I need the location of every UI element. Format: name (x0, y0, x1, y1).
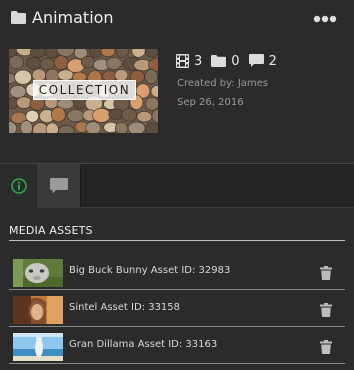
asset-label: Big Buck Bunny Asset ID: 32983 (69, 265, 231, 276)
collection-thumbnail[interactable]: COLLECTION (9, 49, 158, 133)
pebble-texture (57, 69, 74, 81)
pebble-texture (144, 69, 158, 85)
folder-small-icon (211, 55, 227, 67)
pebble-texture (20, 120, 33, 133)
pebble-texture (105, 57, 123, 70)
asset-thumbnail-sintel (13, 296, 63, 324)
collection-title: Animation (32, 8, 114, 27)
asset-row[interactable]: Big Buck Bunny Asset ID: 32983 (9, 256, 345, 290)
comment-tab-icon (49, 178, 68, 194)
video-count: 3 (194, 53, 203, 69)
collection-stats: 3 0 2 (176, 52, 286, 70)
media-assets-heading: MEDIA ASSETS (9, 224, 93, 237)
pebble-texture (39, 57, 55, 70)
pebble-texture (121, 108, 138, 122)
folder-count-stat: 0 (211, 53, 240, 69)
trash-icon[interactable] (320, 303, 332, 317)
pebble-texture (145, 97, 158, 111)
asset-thumbnail-llama (13, 333, 63, 361)
pebble-texture (92, 108, 111, 123)
pebble-texture (80, 55, 96, 69)
comment-count-stat: 2 (248, 53, 277, 69)
pebble-texture (136, 111, 153, 123)
pebble-texture (108, 108, 124, 120)
asset-label: Gran Dillama Asset ID: 33163 (69, 339, 218, 350)
pebble-texture (16, 96, 32, 109)
pebble-texture (9, 85, 27, 99)
comment-count: 2 (268, 53, 277, 69)
info-icon (10, 178, 27, 194)
pebble-texture (26, 56, 42, 70)
video-count-stat: 3 (176, 54, 202, 69)
more-options-icon[interactable] (313, 13, 337, 25)
pebble-texture (45, 122, 59, 133)
created-by-text: Created by: James (177, 78, 269, 89)
tab-comments[interactable] (37, 164, 81, 208)
created-date-text: Sep 26, 2016 (177, 97, 244, 108)
comment-icon (248, 54, 264, 67)
asset-row[interactable]: Gran Dillama Asset ID: 33163 (9, 330, 345, 364)
pebble-texture (66, 109, 85, 123)
folder-icon (11, 11, 26, 24)
trash-icon[interactable] (320, 266, 332, 280)
detail-tabs (0, 164, 354, 208)
pebble-texture (14, 69, 32, 85)
pebble-texture (85, 121, 102, 133)
collection-header: Animation (0, 0, 354, 40)
pebble-texture (53, 55, 69, 70)
asset-row[interactable]: Sintel Asset ID: 33158 (9, 293, 345, 327)
pebble-texture (114, 122, 129, 133)
pebble-texture (127, 121, 146, 133)
trash-icon[interactable] (320, 340, 332, 354)
tab-info[interactable] (0, 164, 37, 208)
pebble-texture (29, 49, 47, 58)
pebble-texture (50, 106, 66, 123)
asset-thumbnail-bunny (13, 259, 63, 287)
section-underline (9, 240, 345, 241)
collection-thumbnail-label: COLLECTION (33, 80, 136, 100)
pebble-texture (9, 55, 24, 70)
asset-label: Sintel Asset ID: 33158 (69, 302, 181, 313)
folder-count: 0 (231, 53, 240, 69)
film-icon (176, 54, 189, 68)
